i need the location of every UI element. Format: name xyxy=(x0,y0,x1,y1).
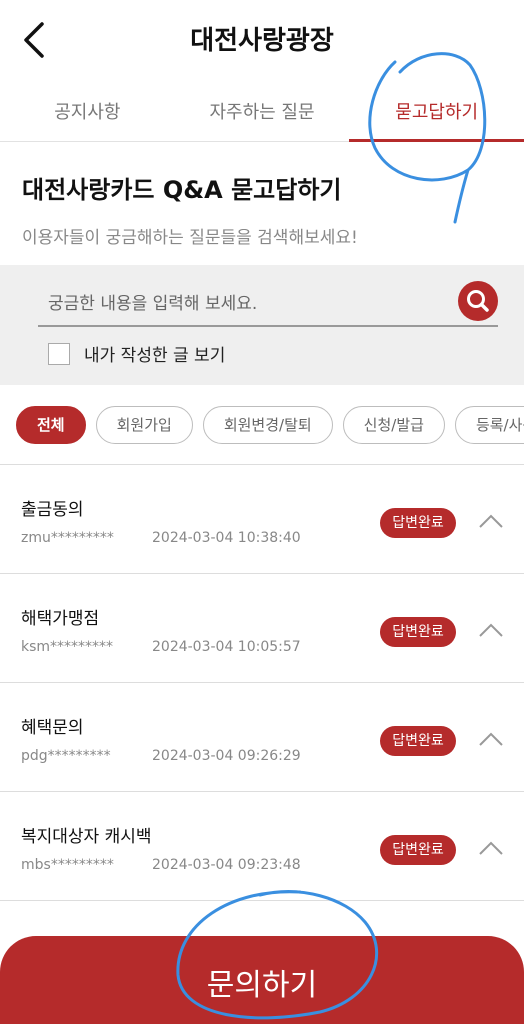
search-icon xyxy=(467,290,489,312)
tab-qna[interactable]: 묻고답하기 xyxy=(349,80,524,142)
tab-faq[interactable]: 자주하는 질문 xyxy=(175,80,350,141)
status-badge: 답변완료 xyxy=(380,617,456,647)
chevron-up-icon[interactable] xyxy=(476,838,506,858)
ask-button[interactable]: 문의하기 xyxy=(0,936,524,1024)
question-row[interactable]: 해택가맹점 ksm********* 2024-03-04 10:05:57 답… xyxy=(0,574,524,683)
category-filter: 전체 회원가입 회원변경/탈퇴 신청/발급 등록/사용 xyxy=(16,406,524,446)
question-date: 2024-03-04 09:26:29 xyxy=(152,748,301,764)
search-button[interactable] xyxy=(458,281,498,321)
question-date: 2024-03-04 09:23:48 xyxy=(152,857,301,873)
question-list: 출금동의 zmu********* 2024-03-04 10:38:40 답변… xyxy=(0,464,524,901)
search-bar xyxy=(38,279,498,327)
question-title: 출금동의 xyxy=(21,500,84,520)
app-header: 대전사랑광장 xyxy=(0,0,524,80)
status-badge: 답변완료 xyxy=(380,726,456,756)
page-title: 대전사랑광장 xyxy=(190,26,334,56)
question-date: 2024-03-04 10:38:40 xyxy=(152,530,301,546)
search-panel: 내가 작성한 글 보기 xyxy=(0,265,524,385)
tab-notice[interactable]: 공지사항 xyxy=(0,80,175,141)
category-chip-signup[interactable]: 회원가입 xyxy=(95,406,193,444)
question-author: pdg********* xyxy=(21,748,111,764)
category-chip-change[interactable]: 회원변경/탈퇴 xyxy=(202,406,333,444)
category-chip-register[interactable]: 등록/사용 xyxy=(454,406,524,444)
question-date: 2024-03-04 10:05:57 xyxy=(152,639,301,655)
category-chip-all[interactable]: 전체 xyxy=(16,406,86,444)
chevron-up-icon[interactable] xyxy=(476,729,506,749)
question-title: 복지대상자 캐시백 xyxy=(21,827,152,847)
question-row[interactable]: 출금동의 zmu********* 2024-03-04 10:38:40 답변… xyxy=(0,465,524,574)
section-subtitle: 이용자들이 궁금해하는 질문들을 검색해보세요! xyxy=(22,228,358,248)
my-posts-toggle[interactable]: 내가 작성한 글 보기 xyxy=(48,341,225,366)
question-row[interactable]: 혜택문의 pdg********* 2024-03-04 09:26:29 답변… xyxy=(0,683,524,792)
question-author: zmu********* xyxy=(21,530,114,546)
question-row[interactable]: 복지대상자 캐시백 mbs********* 2024-03-04 09:23:… xyxy=(0,792,524,901)
tab-bar: 공지사항 자주하는 질문 묻고답하기 xyxy=(0,80,524,142)
chevron-up-icon[interactable] xyxy=(476,620,506,640)
status-badge: 답변완료 xyxy=(380,508,456,538)
my-posts-checkbox[interactable] xyxy=(48,342,70,365)
chevron-up-icon[interactable] xyxy=(476,511,506,531)
question-title: 혜택문의 xyxy=(21,718,84,738)
section-title: 대전사랑카드 Q&A 묻고답하기 xyxy=(22,176,342,204)
status-badge: 답변완료 xyxy=(380,835,456,865)
category-chip-apply[interactable]: 신청/발급 xyxy=(342,406,445,444)
question-title: 해택가맹점 xyxy=(21,609,100,629)
my-posts-label: 내가 작성한 글 보기 xyxy=(84,346,226,366)
question-author: mbs********* xyxy=(21,857,114,873)
search-input[interactable] xyxy=(48,289,448,319)
intro-section: 대전사랑카드 Q&A 묻고답하기 이용자들이 궁금해하는 질문들을 검색해보세요… xyxy=(22,170,502,248)
question-author: ksm********* xyxy=(21,639,114,655)
